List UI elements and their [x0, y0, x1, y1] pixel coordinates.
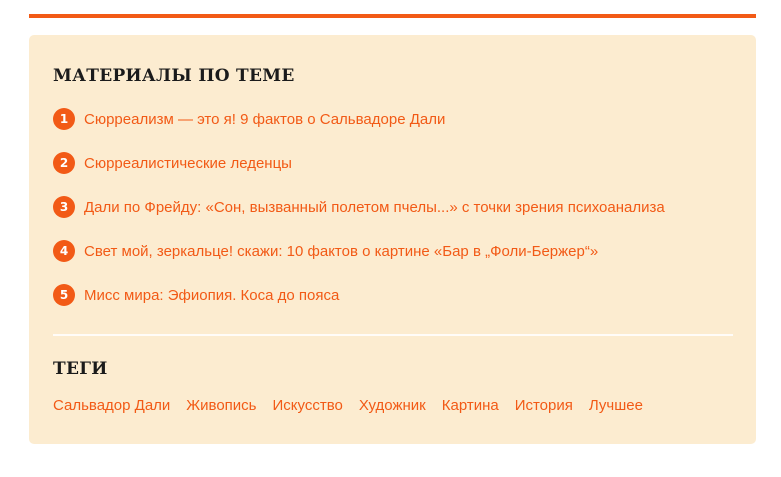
section-divider: [53, 334, 733, 336]
top-accent-rule: [29, 14, 756, 18]
list-item: 5 Мисс мира: Эфиопия. Коса до пояса: [53, 273, 665, 317]
tag-link[interactable]: Картина: [442, 397, 499, 414]
related-materials-heading: МАТЕРИАЛЫ ПО ТЕМЕ: [53, 66, 295, 86]
tag-item: Художник: [359, 397, 426, 415]
tag-item: Сальвадор Дали: [53, 397, 170, 415]
related-article-link[interactable]: Мисс мира: Эфиопия. Коса до пояса: [84, 287, 339, 304]
tag-item: История: [515, 397, 573, 415]
tags-heading: ТЕГИ: [53, 359, 108, 379]
number-badge: 3: [53, 196, 75, 218]
tag-item: Искусство: [273, 397, 343, 415]
list-item: 1 Сюрреализм — это я! 9 фактов о Сальвад…: [53, 97, 665, 141]
number-badge: 1: [53, 108, 75, 130]
tag-link[interactable]: Лучшее: [589, 397, 643, 414]
number-badge: 4: [53, 240, 75, 262]
related-article-link[interactable]: Сюрреалистические леденцы: [84, 155, 292, 172]
tag-list: Сальвадор Дали Живопись Искусство Художн…: [53, 397, 659, 415]
related-materials-panel: МАТЕРИАЛЫ ПО ТЕМЕ 1 Сюрреализм — это я! …: [29, 35, 756, 444]
list-item: 3 Дали по Фрейду: «Сон, вызванный полето…: [53, 185, 665, 229]
tag-link[interactable]: Сальвадор Дали: [53, 397, 170, 414]
number-badge: 2: [53, 152, 75, 174]
tag-link[interactable]: Живопись: [186, 397, 256, 414]
related-materials-list: 1 Сюрреализм — это я! 9 фактов о Сальвад…: [53, 107, 665, 317]
related-article-link[interactable]: Сюрреализм — это я! 9 фактов о Сальвадор…: [84, 111, 445, 128]
number-badge: 5: [53, 284, 75, 306]
related-article-link[interactable]: Дали по Фрейду: «Сон, вызванный полетом …: [84, 199, 665, 216]
list-item: 2 Сюрреалистические леденцы: [53, 141, 665, 185]
tag-link[interactable]: Искусство: [273, 397, 343, 414]
tag-item: Картина: [442, 397, 499, 415]
list-item: 4 Свет мой, зеркальце! скажи: 10 фактов …: [53, 229, 665, 273]
tag-item: Живопись: [186, 397, 256, 415]
tag-item: Лучшее: [589, 397, 643, 415]
tag-link[interactable]: Художник: [359, 397, 426, 414]
related-article-link[interactable]: Свет мой, зеркальце! скажи: 10 фактов о …: [84, 243, 598, 260]
tag-link[interactable]: История: [515, 397, 573, 414]
